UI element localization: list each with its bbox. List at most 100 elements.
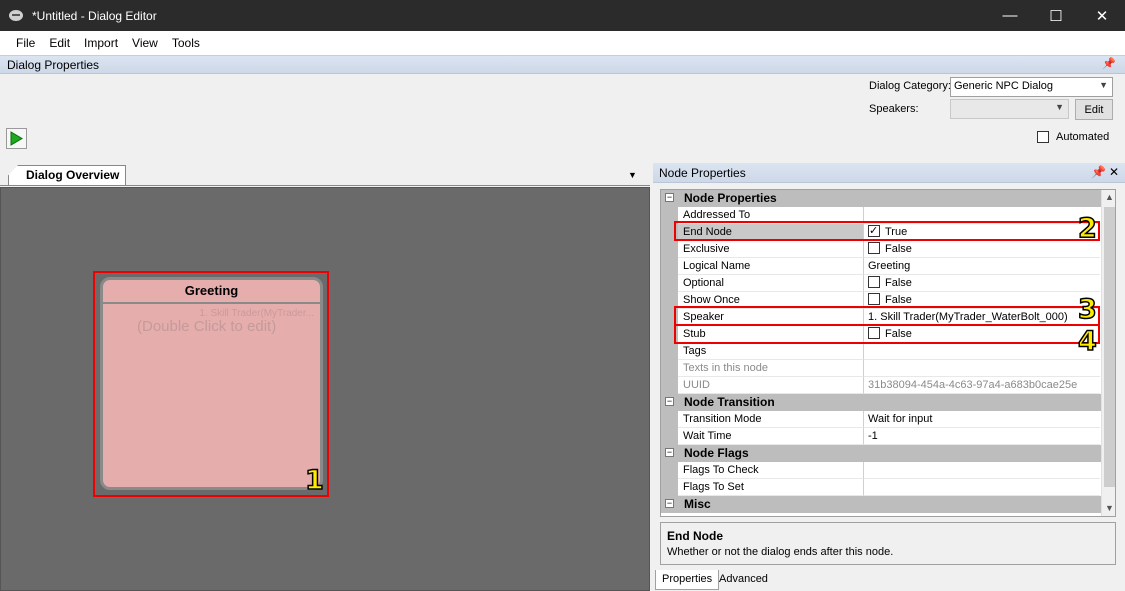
- pin-icon[interactable]: 📌: [1091, 165, 1106, 179]
- dialog-properties-header: Dialog Properties 📌: [0, 55, 1125, 74]
- property-value-text: Wait for input: [868, 413, 933, 425]
- property-row[interactable]: UUID 31b38094-454a-4c63-97a4-a683b0cae25e: [661, 377, 1101, 394]
- dialog-category-value: Generic NPC Dialog: [954, 80, 1054, 92]
- node-title: Greeting: [103, 280, 320, 304]
- highlight-box-3: [674, 306, 1100, 326]
- menu-view[interactable]: View: [125, 36, 165, 50]
- property-row[interactable]: Flags To Check: [661, 462, 1101, 479]
- close-button[interactable]: ✕: [1079, 0, 1125, 31]
- window-title: *Untitled - Dialog Editor: [32, 8, 157, 23]
- property-value[interactable]: 31b38094-454a-4c63-97a4-a683b0cae25e: [864, 377, 1100, 394]
- dialog-properties-panel: Dialog Category: Generic NPC Dialog ▼ Sp…: [0, 74, 1125, 160]
- property-value[interactable]: [864, 462, 1100, 479]
- minimize-button[interactable]: —: [987, 0, 1033, 31]
- automated-checkbox[interactable]: [1037, 131, 1049, 143]
- scroll-down-icon[interactable]: ▼: [1105, 503, 1114, 513]
- collapse-icon[interactable]: −: [665, 448, 674, 457]
- play-button[interactable]: [6, 128, 27, 149]
- description-text: Whether or not the dialog ends after thi…: [667, 546, 894, 558]
- property-value-text: False: [885, 277, 912, 289]
- node-properties-header: Node Properties 📌 ✕: [653, 163, 1125, 183]
- property-name: Logical Name: [678, 258, 864, 275]
- property-name: Flags To Check: [678, 462, 864, 479]
- collapse-icon[interactable]: −: [665, 193, 674, 202]
- property-category[interactable]: − Node Properties: [661, 190, 1101, 207]
- dialog-node-greeting[interactable]: Greeting 1. Skill Trader(MyTrader... (Do…: [100, 277, 323, 490]
- speakers-select[interactable]: ▼: [950, 99, 1069, 119]
- property-row[interactable]: Transition Mode Wait for input: [661, 411, 1101, 428]
- property-checkbox[interactable]: [868, 276, 880, 289]
- pane-splitter[interactable]: [650, 161, 653, 591]
- category-label: Node Properties: [684, 191, 777, 205]
- property-row[interactable]: Optional False: [661, 275, 1101, 292]
- chevron-down-icon: ▼: [1055, 102, 1064, 112]
- menu-edit[interactable]: Edit: [42, 36, 77, 50]
- property-name: Tags: [678, 343, 864, 360]
- menu-file[interactable]: File: [9, 36, 42, 50]
- menu-bar: File Edit Import View Tools: [0, 31, 1125, 55]
- close-icon[interactable]: ✕: [1109, 165, 1119, 179]
- property-value[interactable]: False: [864, 275, 1100, 292]
- property-name: UUID: [678, 377, 864, 394]
- menu-import[interactable]: Import: [77, 36, 125, 50]
- property-name: Wait Time: [678, 428, 864, 445]
- node-edit-hint: (Double Click to edit): [137, 318, 277, 335]
- badge-3: 3: [1077, 294, 1097, 325]
- bottom-tabstrip: Properties Advanced: [653, 568, 1125, 591]
- property-name: Flags To Set: [678, 479, 864, 496]
- property-row[interactable]: Texts in this node: [661, 360, 1101, 377]
- scroll-thumb[interactable]: [1104, 207, 1115, 487]
- category-label: Node Transition: [684, 395, 775, 409]
- property-category[interactable]: − Node Transition: [661, 394, 1101, 411]
- property-row[interactable]: Wait Time -1: [661, 428, 1101, 445]
- property-row[interactable]: Tags: [661, 343, 1101, 360]
- property-row[interactable]: Flags To Set: [661, 479, 1101, 496]
- dialog-category-select[interactable]: Generic NPC Dialog ▼: [950, 77, 1113, 97]
- title-bar: *Untitled - Dialog Editor — ☐ ✕: [0, 0, 1125, 31]
- maximize-button[interactable]: ☐: [1033, 0, 1079, 31]
- property-category[interactable]: − Node Flags: [661, 445, 1101, 462]
- property-value-text: Greeting: [868, 260, 911, 272]
- pin-icon[interactable]: 📌: [1102, 57, 1116, 70]
- property-description: End Node Whether or not the dialog ends …: [660, 522, 1116, 565]
- property-value-text: False: [885, 294, 912, 306]
- highlight-box-4: [674, 324, 1100, 344]
- scroll-up-icon[interactable]: ▲: [1105, 192, 1114, 202]
- tab-properties[interactable]: Properties: [655, 570, 720, 590]
- property-value[interactable]: [864, 343, 1100, 360]
- row-gutter: [661, 479, 678, 496]
- node-properties-title: Node Properties: [659, 165, 746, 180]
- property-grid-scrollbar[interactable]: ▲ ▼: [1101, 190, 1115, 516]
- tab-dialog-overview[interactable]: Dialog Overview: [8, 165, 127, 186]
- property-value[interactable]: [864, 360, 1100, 377]
- property-category[interactable]: − Misc: [661, 496, 1101, 513]
- tab-dropdown-icon[interactable]: ▼: [628, 170, 637, 180]
- property-row[interactable]: Exclusive False: [661, 241, 1101, 258]
- property-value[interactable]: -1: [864, 428, 1100, 445]
- tab-divider: [0, 185, 650, 186]
- property-name: Transition Mode: [678, 411, 864, 428]
- row-gutter: [661, 241, 678, 258]
- badge-1: 1: [304, 465, 324, 496]
- collapse-icon[interactable]: −: [665, 499, 674, 508]
- property-value[interactable]: Wait for input: [864, 411, 1100, 428]
- row-gutter: [661, 343, 678, 360]
- category-label: Node Flags: [684, 446, 749, 460]
- property-value[interactable]: Greeting: [864, 258, 1100, 275]
- edit-speakers-button[interactable]: Edit: [1075, 99, 1113, 120]
- row-gutter: [661, 258, 678, 275]
- menu-tools[interactable]: Tools: [165, 36, 207, 50]
- collapse-icon[interactable]: −: [665, 397, 674, 406]
- property-checkbox[interactable]: [868, 242, 880, 255]
- tab-advanced[interactable]: Advanced: [713, 570, 774, 590]
- row-gutter: [661, 428, 678, 445]
- category-label: Misc: [684, 497, 711, 511]
- property-row[interactable]: Logical Name Greeting: [661, 258, 1101, 275]
- row-gutter: [661, 411, 678, 428]
- property-value[interactable]: False: [864, 241, 1100, 258]
- property-checkbox[interactable]: [868, 293, 880, 306]
- overview-tabstrip: Dialog Overview: [0, 161, 650, 187]
- dialog-category-label: Dialog Category:: [869, 80, 951, 92]
- property-name: Exclusive: [678, 241, 864, 258]
- property-value[interactable]: [864, 479, 1100, 496]
